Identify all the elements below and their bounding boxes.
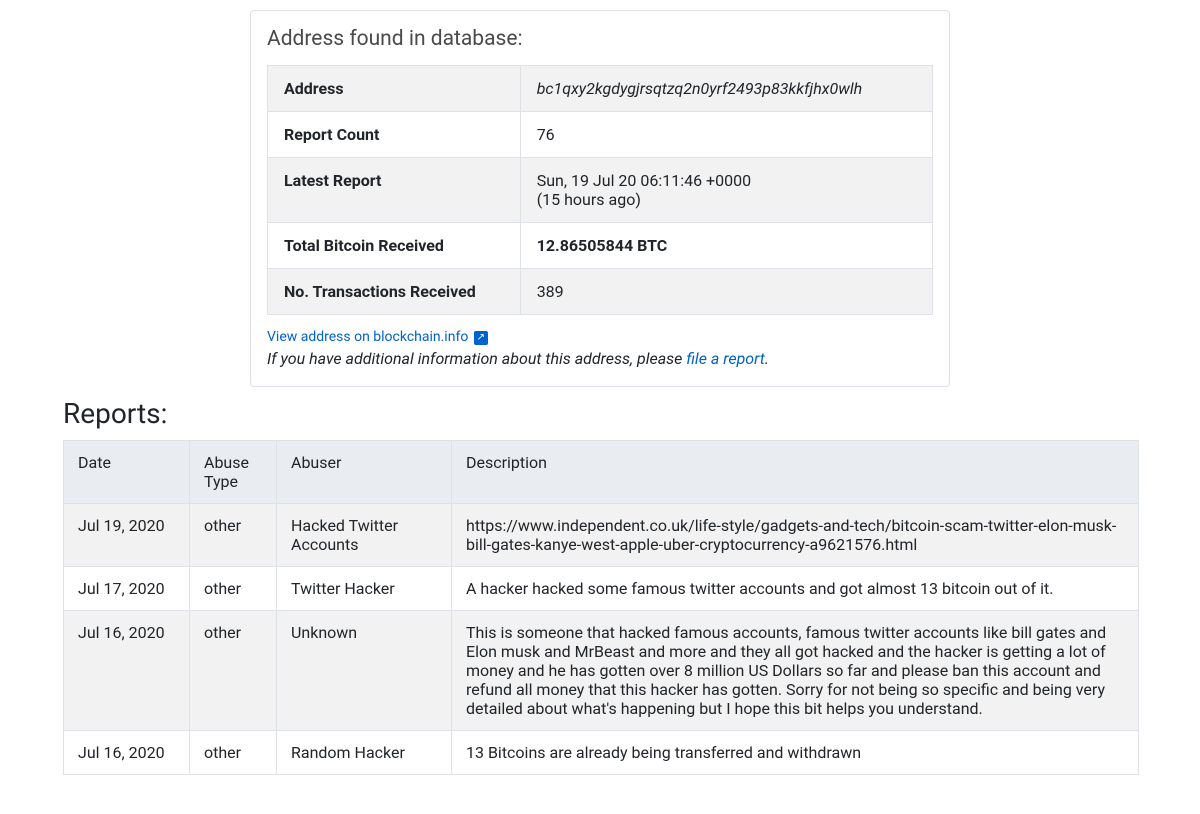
- info-value-text: bc1qxy2kgdygjrsqtzq2n0yrf2493p83kkfjhx0w…: [537, 79, 863, 98]
- cell-date: Jul 19, 2020: [64, 504, 190, 567]
- reports-header-row: Date Abuse Type Abuser Description: [64, 441, 1139, 504]
- file-report-link[interactable]: file a report: [686, 349, 765, 368]
- hint-suffix: .: [765, 349, 769, 368]
- reports-heading: Reports:: [63, 397, 1200, 430]
- info-value-text: 12.86505844 BTC: [537, 236, 668, 255]
- info-value: Sun, 19 Jul 20 06:11:46 +0000(15 hours a…: [520, 158, 932, 223]
- info-label: No. Transactions Received: [268, 269, 521, 315]
- info-value: 389: [520, 269, 932, 315]
- cell-abuser: Hacked Twitter Accounts: [277, 504, 452, 567]
- cell-abuse-type: other: [190, 504, 277, 567]
- col-header-abuser: Abuser: [277, 441, 452, 504]
- info-value: 12.86505844 BTC: [520, 223, 932, 269]
- info-row: Latest ReportSun, 19 Jul 20 06:11:46 +00…: [268, 158, 933, 223]
- cell-description: https://www.independent.co.uk/life-style…: [452, 504, 1139, 567]
- info-value-sub: (15 hours ago): [537, 190, 641, 209]
- hint-prefix: If you have additional information about…: [267, 349, 686, 368]
- info-row: No. Transactions Received 389: [268, 269, 933, 315]
- cell-date: Jul 17, 2020: [64, 567, 190, 611]
- cell-abuse-type: other: [190, 731, 277, 775]
- table-row: Jul 17, 2020otherTwitter HackerA hacker …: [64, 567, 1139, 611]
- info-row: Address bc1qxy2kgdygjrsqtzq2n0yrf2493p83k…: [268, 66, 933, 112]
- blockchain-link[interactable]: View address on blockchain.info ↗: [267, 329, 488, 345]
- file-report-hint: If you have additional information about…: [267, 349, 933, 368]
- external-link-icon: ↗: [474, 331, 488, 345]
- cell-abuse-type: other: [190, 611, 277, 731]
- address-info-card: Address found in database: Address bc1qxy…: [250, 10, 950, 387]
- table-row: Jul 16, 2020otherRandom Hacker13 Bitcoin…: [64, 731, 1139, 775]
- col-header-description: Description: [452, 441, 1139, 504]
- address-info-table: Address bc1qxy2kgdygjrsqtzq2n0yrf2493p83k…: [267, 65, 933, 315]
- cell-abuser: Twitter Hacker: [277, 567, 452, 611]
- cell-abuser: Random Hacker: [277, 731, 452, 775]
- info-label: Report Count: [268, 112, 521, 158]
- info-label: Latest Report: [268, 158, 521, 223]
- reports-table: Date Abuse Type Abuser Description Jul 1…: [63, 440, 1139, 775]
- cell-abuse-type: other: [190, 567, 277, 611]
- info-label: Total Bitcoin Received: [268, 223, 521, 269]
- info-value: 76: [520, 112, 932, 158]
- blockchain-link-text: View address on blockchain.info: [267, 329, 468, 345]
- cell-description: 13 Bitcoins are already being transferre…: [452, 731, 1139, 775]
- info-value-text: 76: [537, 125, 555, 144]
- info-row: Report Count 76: [268, 112, 933, 158]
- cell-date: Jul 16, 2020: [64, 731, 190, 775]
- cell-description: A hacker hacked some famous twitter acco…: [452, 567, 1139, 611]
- cell-date: Jul 16, 2020: [64, 611, 190, 731]
- cell-description: This is someone that hacked famous accou…: [452, 611, 1139, 731]
- col-header-date: Date: [64, 441, 190, 504]
- info-label: Address: [268, 66, 521, 112]
- table-row: Jul 19, 2020otherHacked Twitter Accounts…: [64, 504, 1139, 567]
- info-value: bc1qxy2kgdygjrsqtzq2n0yrf2493p83kkfjhx0w…: [520, 66, 932, 112]
- table-row: Jul 16, 2020otherUnknownThis is someone …: [64, 611, 1139, 731]
- card-title: Address found in database:: [267, 27, 933, 51]
- info-value-text: 389: [537, 282, 564, 301]
- info-value-text: Sun, 19 Jul 20 06:11:46 +0000: [537, 171, 751, 190]
- info-row: Total Bitcoin Received 12.86505844 BTC: [268, 223, 933, 269]
- col-header-abuse-type: Abuse Type: [190, 441, 277, 504]
- cell-abuser: Unknown: [277, 611, 452, 731]
